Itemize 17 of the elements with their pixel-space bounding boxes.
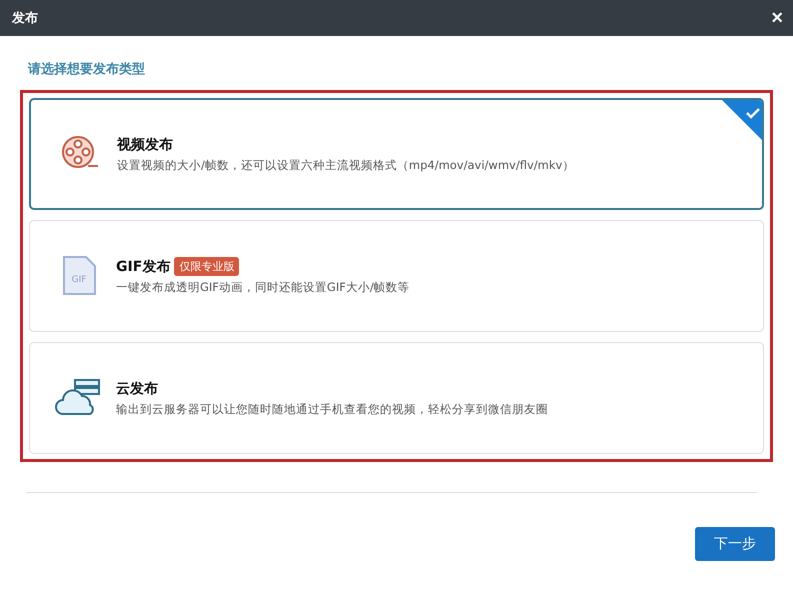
- option-card[interactable]: GIF GIF发布 仅限专业版 一键发布成透明GIF动画，同时还能设置GIF大小/帧数等: [29, 220, 764, 332]
- cloud-server-icon: [55, 378, 103, 418]
- prompt-text: 请选择想要发布类型: [28, 61, 146, 78]
- option-title: 视频发布: [117, 136, 173, 154]
- option-description: 输出到云服务器可以让您随时随地通过手机查看您的视频，轻松分享到微信朋友圈: [116, 402, 548, 416]
- option-card[interactable]: 云发布 输出到云服务器可以让您随时随地通过手机查看您的视频，轻松分享到微信朋友圈: [29, 342, 764, 454]
- option-title: 云发布: [116, 380, 158, 398]
- option-description: 设置视频的大小/帧数，还可以设置六种主流视频格式（mp4/mov/avi/wmv/flv/mkv）: [117, 158, 574, 172]
- window-title: 发布: [12, 10, 38, 27]
- icon-label: GIF: [72, 275, 86, 285]
- pro-badge: 仅限专业版: [174, 257, 240, 276]
- option-title: GIF发布: [116, 258, 170, 276]
- close-button[interactable]: ×: [771, 8, 783, 28]
- option-card[interactable]: 视频发布 设置视频的大小/帧数，还可以设置六种主流视频格式（mp4/mov/avi/wmv/flv/mkv）: [29, 98, 764, 210]
- checkmark-icon: [722, 100, 762, 140]
- option-description: 一键发布成透明GIF动画，同时还能设置GIF大小/帧数等: [116, 280, 410, 295]
- next-button[interactable]: 下一步: [695, 527, 775, 561]
